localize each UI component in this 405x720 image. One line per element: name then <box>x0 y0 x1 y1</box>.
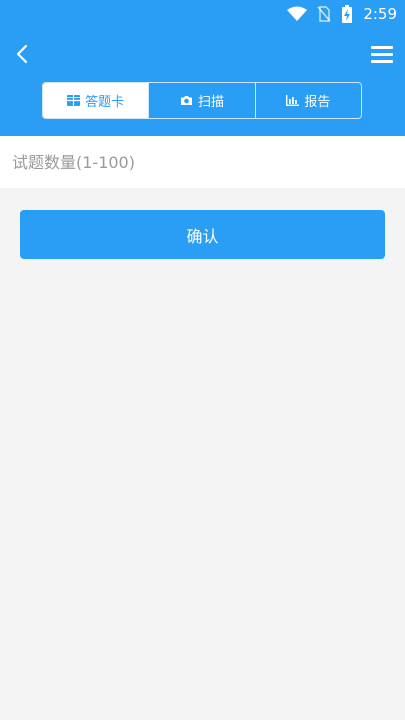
status-time: 2:59 <box>363 5 397 23</box>
grid-card-icon <box>67 95 81 106</box>
chevron-left-icon <box>16 44 28 64</box>
hamburger-menu-icon <box>371 52 393 56</box>
hamburger-menu-icon <box>371 59 393 63</box>
hamburger-menu-icon <box>371 45 393 49</box>
question-count-row <box>0 136 405 188</box>
tab-answer-card[interactable]: 答题卡 <box>43 83 149 118</box>
tab-report-label: 报告 <box>304 95 331 110</box>
confirm-button[interactable]: 确认 <box>20 210 385 259</box>
status-bar: 2:59 <box>0 0 405 28</box>
bar-chart-icon <box>286 95 300 106</box>
camera-icon <box>180 96 192 105</box>
tab-answer-card-label: 答题卡 <box>85 95 125 110</box>
tab-scan[interactable]: 扫描 <box>148 83 254 118</box>
tab-scan-label: 扫描 <box>197 95 224 110</box>
question-count-input[interactable] <box>0 136 405 188</box>
status-icons: 2:59 <box>287 4 397 24</box>
back-button[interactable] <box>10 40 34 68</box>
confirm-button-label: 确认 <box>186 226 219 246</box>
tab-bar: 答题卡 扫描 报告 <box>42 82 362 119</box>
wifi-icon <box>287 6 308 21</box>
no-sim-icon <box>317 6 331 22</box>
tab-report[interactable]: 报告 <box>254 83 361 118</box>
battery-charging-icon <box>342 5 353 23</box>
menu-button[interactable] <box>371 42 393 66</box>
app-header: 2:59 答题卡 扫描 报告 <box>0 0 405 136</box>
